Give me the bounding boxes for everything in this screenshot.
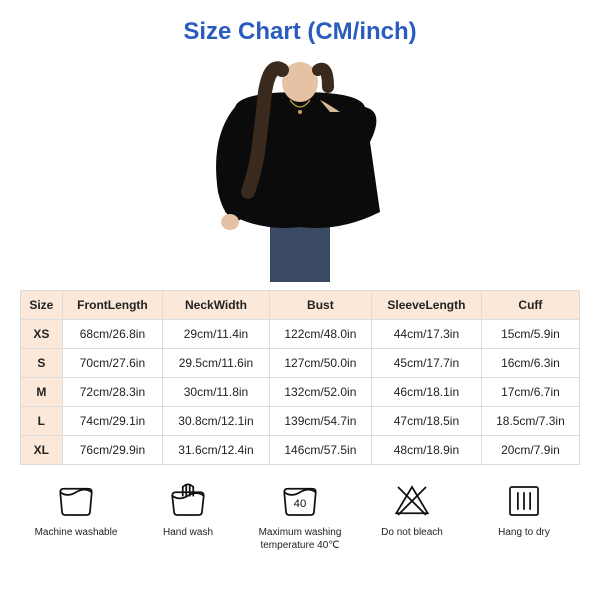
wash-40-icon: 40	[278, 479, 322, 523]
cell: 146cm/57.5in	[269, 436, 371, 465]
table-row: XL 76cm/29.9in 31.6cm/12.4in 146cm/57.5i…	[21, 436, 580, 465]
care-item: Hang to dry	[469, 479, 579, 540]
cell: 29.5cm/11.6in	[163, 349, 270, 378]
col-cuff: Cuff	[481, 291, 579, 320]
cell-size: S	[21, 349, 63, 378]
cell: 20cm/7.9in	[481, 436, 579, 465]
no-bleach-icon	[390, 479, 434, 523]
cell: 16cm/6.3in	[481, 349, 579, 378]
cell: 74cm/29.1in	[62, 407, 163, 436]
cell: 29cm/11.4in	[163, 320, 270, 349]
machine-wash-icon	[54, 479, 98, 523]
cell: 132cm/52.0in	[269, 378, 371, 407]
hand-wash-icon	[166, 479, 210, 523]
cell: 122cm/48.0in	[269, 320, 371, 349]
cell: 30cm/11.8in	[163, 378, 270, 407]
table-row: S 70cm/27.6in 29.5cm/11.6in 127cm/50.0in…	[21, 349, 580, 378]
care-instructions: Machine washable Hand wash 40 Maximum wa…	[20, 479, 580, 552]
care-label: Do not bleach	[381, 527, 443, 540]
cell: 45cm/17.7in	[372, 349, 482, 378]
cell-size: M	[21, 378, 63, 407]
care-label: Machine washable	[35, 527, 118, 540]
product-image	[170, 52, 430, 282]
cell: 72cm/28.3in	[62, 378, 163, 407]
col-size: Size	[21, 291, 63, 320]
care-label: Hang to dry	[498, 527, 550, 540]
cell: 15cm/5.9in	[481, 320, 579, 349]
cell: 139cm/54.7in	[269, 407, 371, 436]
col-frontlength: FrontLength	[62, 291, 163, 320]
hang-dry-icon	[502, 479, 546, 523]
table-header-row: Size FrontLength NeckWidth Bust SleeveLe…	[21, 291, 580, 320]
cell-size: L	[21, 407, 63, 436]
care-item: Machine washable	[21, 479, 131, 540]
cell-size: XL	[21, 436, 63, 465]
care-item: 40 Maximum washing temperature 40℃	[245, 479, 355, 552]
table-row: L 74cm/29.1in 30.8cm/12.1in 139cm/54.7in…	[21, 407, 580, 436]
cell: 30.8cm/12.1in	[163, 407, 270, 436]
care-label: Hand wash	[163, 527, 213, 540]
cell: 48cm/18.9in	[372, 436, 482, 465]
col-sleevelength: SleeveLength	[372, 291, 482, 320]
care-item: Hand wash	[133, 479, 243, 540]
cell: 76cm/29.9in	[62, 436, 163, 465]
cell: 31.6cm/12.4in	[163, 436, 270, 465]
size-chart-table: Size FrontLength NeckWidth Bust SleeveLe…	[20, 290, 580, 465]
cell: 44cm/17.3in	[372, 320, 482, 349]
page-title: Size Chart (CM/inch)	[183, 18, 416, 46]
care-label: Maximum washing temperature 40℃	[245, 527, 355, 552]
cell: 68cm/26.8in	[62, 320, 163, 349]
cell: 46cm/18.1in	[372, 378, 482, 407]
col-neckwidth: NeckWidth	[163, 291, 270, 320]
cell-size: XS	[21, 320, 63, 349]
table-row: XS 68cm/26.8in 29cm/11.4in 122cm/48.0in …	[21, 320, 580, 349]
cell: 70cm/27.6in	[62, 349, 163, 378]
cell: 47cm/18.5in	[372, 407, 482, 436]
care-item: Do not bleach	[357, 479, 467, 540]
cell: 17cm/6.7in	[481, 378, 579, 407]
col-bust: Bust	[269, 291, 371, 320]
table-row: M 72cm/28.3in 30cm/11.8in 132cm/52.0in 4…	[21, 378, 580, 407]
cell: 18.5cm/7.3in	[481, 407, 579, 436]
cell: 127cm/50.0in	[269, 349, 371, 378]
svg-text:40: 40	[294, 498, 307, 510]
